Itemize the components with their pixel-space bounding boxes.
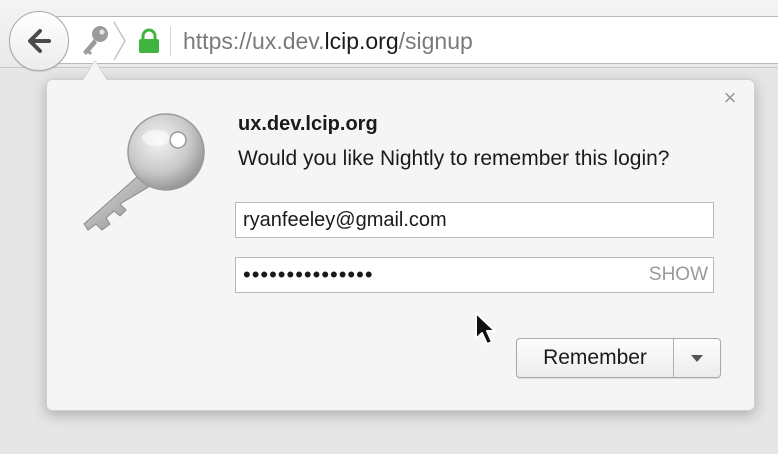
back-arrow-icon xyxy=(28,29,51,53)
close-icon[interactable]: × xyxy=(718,86,742,110)
url-path: /signup xyxy=(398,28,473,54)
remember-prompt: Would you like Nightly to remember this … xyxy=(238,147,670,170)
back-button[interactable] xyxy=(9,11,69,71)
remember-dropdown-button[interactable] xyxy=(674,339,720,377)
password-value: ••••••••••••••• xyxy=(243,262,374,287)
password-field[interactable]: ••••••••••••••• SHOW xyxy=(235,257,714,293)
url-host: lcip.org xyxy=(324,28,399,54)
dropdown-arrow-icon xyxy=(691,354,703,362)
identity-chevron-icon xyxy=(113,21,126,61)
site-title: ux.dev.lcip.org xyxy=(238,113,378,135)
key-icon[interactable] xyxy=(79,24,111,58)
remember-button-group: Remember xyxy=(516,338,721,378)
key-icon-large xyxy=(83,113,205,231)
url-prefix: https://ux.dev. xyxy=(183,28,325,54)
url-text[interactable]: https://ux.dev.lcip.org/signup xyxy=(183,26,473,56)
url-separator xyxy=(170,26,171,56)
show-password-button[interactable]: SHOW xyxy=(649,258,708,292)
mouse-cursor-icon xyxy=(475,312,496,345)
panel-arrow xyxy=(83,61,107,80)
lock-icon[interactable] xyxy=(136,28,162,54)
username-field[interactable]: ryanfeeley@gmail.com xyxy=(235,202,714,238)
remember-button[interactable]: Remember xyxy=(517,339,673,377)
